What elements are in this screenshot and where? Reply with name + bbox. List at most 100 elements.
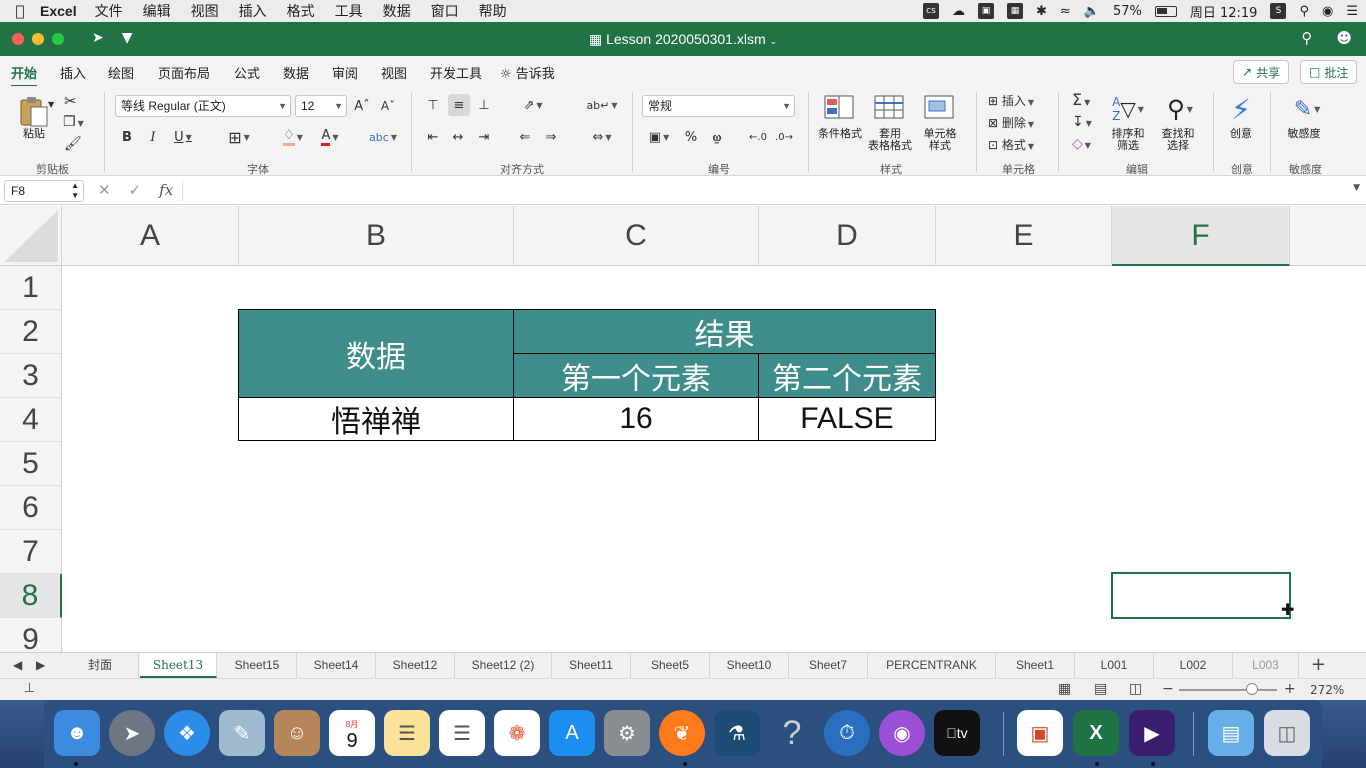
decrease-font-size-icon[interactable]: Aˇ [378, 95, 398, 117]
increase-font-size-icon[interactable]: Aˆ [352, 95, 372, 117]
find-select-label[interactable]: 查找和 选择 [1154, 128, 1202, 152]
screen-capture-icon[interactable]: ▣ [977, 3, 994, 19]
normal-view-icon[interactable]: ▦ [1058, 681, 1071, 697]
podcasts-icon[interactable]: ◉ [879, 710, 925, 756]
photos-icon[interactable]: ❁ [494, 710, 540, 756]
row-header-7[interactable]: 7 [0, 530, 62, 574]
document-title[interactable]: ▦ Lesson 2020050301.xlsm ⌄ [0, 31, 1366, 48]
select-all-corner[interactable] [0, 206, 62, 266]
font-name-select[interactable]: 等线 Regular (正文) ▼ [115, 95, 291, 117]
safari-icon[interactable]: ❖ [164, 710, 210, 756]
ideas-label[interactable]: 创意 [1221, 128, 1261, 140]
copy-icon[interactable]: ❐ ▼ [63, 114, 84, 130]
fill-icon[interactable]: ↧ ▼ [1072, 114, 1092, 130]
tab-review[interactable]: 审阅 [332, 63, 358, 82]
status-app-icon[interactable]: cs [922, 3, 939, 19]
system-preferences-icon[interactable]: ⚙ [604, 710, 650, 756]
sort-filter-icon[interactable]: A Z ▽ ▼ [1108, 94, 1148, 124]
align-right-icon[interactable]: ⇥ [474, 126, 494, 148]
launchpad-icon[interactable]: ➤ [109, 710, 155, 756]
sheet-tab[interactable]: PERCENTRANK [868, 653, 996, 678]
notes-icon[interactable]: ☰ [384, 710, 430, 756]
menu-view[interactable]: 视图 [191, 1, 219, 21]
tell-me[interactable]: ☼ 告诉我 [500, 63, 555, 82]
sheet-tab[interactable]: L001 [1075, 653, 1154, 678]
italic-icon[interactable]: I [143, 126, 163, 148]
merge-center-icon[interactable]: ⇔ ▼ [585, 126, 619, 148]
menu-window[interactable]: 窗口 [431, 1, 459, 21]
tab-home[interactable]: 开始 [11, 63, 38, 87]
menu-edit[interactable]: 编辑 [143, 1, 171, 21]
delete-cells-button[interactable]: ⊠ 删除 ▼ [988, 114, 1034, 131]
number-format-select[interactable]: 常规 ▼ [642, 95, 795, 117]
app-store-icon[interactable]: A [549, 710, 595, 756]
formula-input[interactable] [182, 181, 1342, 201]
percent-style-icon[interactable]: % [681, 126, 701, 148]
sheet-tab[interactable]: Sheet10 [710, 653, 789, 678]
zoom-out-icon[interactable]: − [1162, 681, 1174, 697]
font-color-icon[interactable]: A ▼ [313, 126, 347, 148]
battery-icon[interactable] [1154, 5, 1177, 17]
sort-filter-label[interactable]: 排序和 筛选 [1104, 128, 1152, 152]
cut-icon[interactable]: ✂ [64, 92, 77, 110]
tab-formulas[interactable]: 公式 [234, 63, 260, 82]
column-header-b[interactable]: B [239, 206, 514, 266]
decrease-decimal-icon[interactable]: .0→ [773, 126, 795, 148]
row-header-5[interactable]: 5 [0, 442, 62, 486]
selected-cell-f8[interactable] [1111, 572, 1291, 619]
firefox-icon[interactable]: ❦ [659, 710, 705, 756]
sheet-tab-active[interactable]: Sheet13 [140, 653, 217, 678]
search-icon[interactable]: ⚲ [1301, 29, 1312, 47]
confirm-formula-icon[interactable]: ✓ [129, 181, 142, 199]
volume-icon[interactable]: 🔈 [1084, 4, 1100, 19]
preview-icon[interactable]: ✎ [219, 710, 265, 756]
align-top-icon[interactable]: ⊤ [423, 94, 443, 116]
cell-styles-label[interactable]: 单元格 样式 [914, 128, 966, 152]
underline-icon[interactable]: U ▼ [167, 126, 199, 148]
column-header-e[interactable]: E [936, 206, 1112, 266]
column-header-a[interactable]: A [62, 206, 239, 266]
menu-insert[interactable]: 插入 [239, 1, 267, 21]
menu-help[interactable]: 帮助 [479, 1, 507, 21]
column-header-g[interactable] [1290, 206, 1366, 266]
calendar-icon[interactable]: 8月 9 [329, 710, 375, 756]
paste-label[interactable]: 粘贴 [20, 128, 48, 140]
sheet-tab[interactable]: 封面 [62, 653, 139, 678]
tab-page-layout[interactable]: 页面布局 [158, 63, 210, 82]
sheet-tab[interactable]: L003 [1233, 653, 1299, 678]
phonetic-guide-icon[interactable]: abc ▼ [365, 126, 401, 148]
ideas-icon[interactable]: ⚡ [1224, 92, 1258, 126]
time-tracker-icon[interactable]: ⏱ [824, 710, 870, 756]
menu-format[interactable]: 格式 [287, 1, 315, 21]
row-header-1[interactable]: 1 [0, 266, 62, 310]
trash-icon[interactable]: ◫ [1264, 710, 1310, 756]
bluetooth-icon[interactable]: ✱ [1036, 4, 1047, 19]
tab-developer[interactable]: 开发工具 [430, 63, 482, 82]
menu-tools[interactable]: 工具 [335, 1, 363, 21]
align-left-icon[interactable]: ⇤ [423, 126, 443, 148]
cell-styles-icon[interactable] [918, 94, 962, 122]
row-header-2[interactable]: 2 [0, 310, 62, 354]
format-cells-button[interactable]: ⊡ 格式 ▼ [988, 136, 1034, 153]
cell-c4-first-value[interactable]: 16 [513, 397, 759, 441]
wifi-icon[interactable]: ≈ [1060, 4, 1071, 19]
zoom-in-icon[interactable]: + [1284, 681, 1296, 697]
help-question-icon[interactable]: ? [769, 710, 815, 756]
share-button[interactable]: ↗ 共享 [1233, 60, 1290, 84]
mysql-workbench-icon[interactable]: ⚗ [714, 710, 760, 756]
name-box[interactable]: F8 ▲ ▼ [4, 180, 84, 202]
next-sheet-icon[interactable]: ▶ [36, 658, 45, 672]
expand-formula-bar-icon[interactable]: ▼ [1353, 183, 1360, 193]
grid-app-icon[interactable]: ▦ [1006, 3, 1023, 19]
align-center-icon[interactable]: ↔ [448, 126, 468, 148]
menu-file[interactable]: 文件 [95, 1, 123, 21]
text-orientation-icon[interactable]: ⇗ ▼ [515, 94, 551, 116]
decrease-indent-icon[interactable]: ⇐ [515, 126, 535, 148]
sheet-tab[interactable]: L002 [1154, 653, 1233, 678]
zoom-level[interactable]: 272% [1310, 683, 1344, 697]
tab-view[interactable]: 视图 [381, 63, 407, 82]
finder-icon[interactable]: ☻ [54, 710, 100, 756]
sensitivity-label[interactable]: 敏感度 [1280, 128, 1328, 140]
sheet-tab[interactable]: Sheet12 [376, 653, 455, 678]
column-header-c[interactable]: C [514, 206, 759, 266]
